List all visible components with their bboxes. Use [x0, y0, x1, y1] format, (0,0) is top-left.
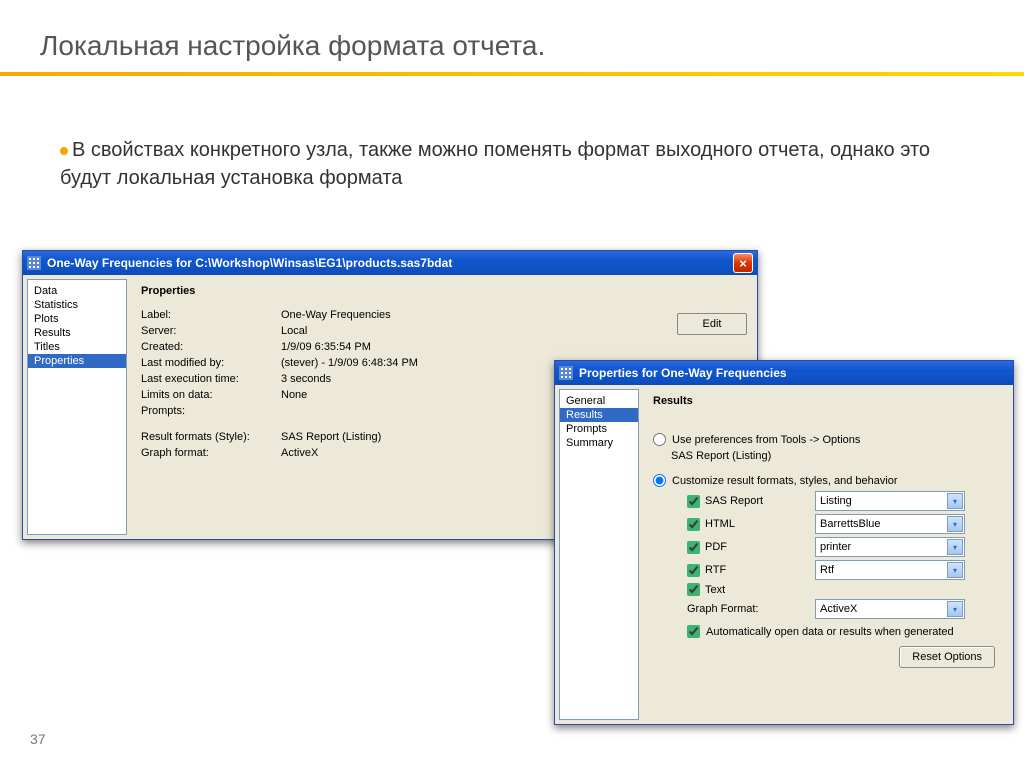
- label-result-formats: Result formats (Style):: [141, 431, 281, 443]
- page-number: 37: [30, 731, 46, 747]
- prefs-subtext: SAS Report (Listing): [671, 450, 999, 462]
- sidebar-item-titles[interactable]: Titles: [28, 340, 126, 354]
- panel-heading: Properties: [141, 285, 743, 297]
- category-sidebar: General Results Prompts Summary: [559, 389, 639, 720]
- chevron-down-icon: ▾: [947, 493, 963, 509]
- sidebar-item-results[interactable]: Results: [560, 408, 638, 422]
- label-graph-format: Graph format:: [141, 447, 281, 459]
- label-pdf: PDF: [705, 541, 727, 553]
- sidebar-item-prompts[interactable]: Prompts: [560, 422, 638, 436]
- sidebar-item-results[interactable]: Results: [28, 326, 126, 340]
- chevron-down-icon: ▾: [947, 539, 963, 555]
- combo-pdf-value: printer: [820, 541, 851, 553]
- checkbox-pdf[interactable]: [687, 541, 700, 554]
- bullet-paragraph: В свойствах конкретного узла, также можн…: [0, 96, 1024, 212]
- label-modified: Last modified by:: [141, 357, 281, 369]
- results-panel: Results Use preferences from Tools -> Op…: [643, 389, 1009, 720]
- radio-use-prefs[interactable]: [653, 433, 666, 446]
- radio-customize[interactable]: [653, 474, 666, 487]
- app-icon: [27, 256, 41, 270]
- titlebar[interactable]: One-Way Frequencies for C:\Workshop\Wins…: [23, 251, 757, 275]
- combo-html-value: BarrettsBlue: [820, 518, 881, 530]
- combo-rtf[interactable]: Rtf ▾: [815, 560, 965, 580]
- titlebar[interactable]: Properties for One-Way Frequencies: [555, 361, 1013, 385]
- accent-bar: [0, 72, 1024, 76]
- panel-heading: Results: [653, 395, 999, 407]
- sidebar-item-data[interactable]: Data: [28, 284, 126, 298]
- combo-sas-report[interactable]: Listing ▾: [815, 491, 965, 511]
- sidebar-item-summary[interactable]: Summary: [560, 436, 638, 450]
- app-icon: [559, 366, 573, 380]
- checkbox-auto-open[interactable]: [687, 625, 700, 638]
- properties-dialog: Properties for One-Way Frequencies Gener…: [554, 360, 1014, 725]
- label-rtf: RTF: [705, 564, 726, 576]
- label-sas-report: SAS Report: [705, 495, 763, 507]
- label-created: Created:: [141, 341, 281, 353]
- combo-html[interactable]: BarrettsBlue ▾: [815, 514, 965, 534]
- label-value: One-Way Frequencies: [281, 309, 743, 321]
- label-exec: Last execution time:: [141, 373, 281, 385]
- radio-customize-label: Customize result formats, styles, and be…: [672, 475, 898, 487]
- sidebar-item-properties[interactable]: Properties: [28, 354, 126, 368]
- label-label: Label:: [141, 309, 281, 321]
- reset-options-button[interactable]: Reset Options: [899, 646, 995, 668]
- combo-graph-format[interactable]: ActiveX ▾: [815, 599, 965, 619]
- slide-title: Локальная настройка формата отчета.: [0, 0, 1024, 72]
- combo-pdf[interactable]: printer ▾: [815, 537, 965, 557]
- label-text: Text: [705, 584, 725, 596]
- created-value: 1/9/09 6:35:54 PM: [281, 341, 743, 353]
- radio-use-prefs-label: Use preferences from Tools -> Options: [672, 434, 860, 446]
- category-sidebar: Data Statistics Plots Results Titles Pro…: [27, 279, 127, 535]
- chevron-down-icon: ▾: [947, 601, 963, 617]
- chevron-down-icon: ▾: [947, 516, 963, 532]
- edit-button[interactable]: Edit: [677, 313, 747, 335]
- label-html: HTML: [705, 518, 735, 530]
- sidebar-item-plots[interactable]: Plots: [28, 312, 126, 326]
- checkbox-sas-report[interactable]: [687, 495, 700, 508]
- checkbox-text[interactable]: [687, 583, 700, 596]
- bullet-text: В свойствах конкретного узла, также можн…: [60, 139, 930, 189]
- label-prompts: Prompts:: [141, 405, 281, 417]
- label-limits: Limits on data:: [141, 389, 281, 401]
- combo-graph-format-value: ActiveX: [820, 603, 857, 615]
- bullet-icon: [60, 147, 68, 155]
- sidebar-item-statistics[interactable]: Statistics: [28, 298, 126, 312]
- window-title: One-Way Frequencies for C:\Workshop\Wins…: [47, 256, 452, 270]
- checkbox-html[interactable]: [687, 518, 700, 531]
- label-auto-open: Automatically open data or results when …: [706, 626, 954, 638]
- label-graph-format: Graph Format:: [687, 603, 759, 615]
- window-title: Properties for One-Way Frequencies: [579, 366, 787, 380]
- chevron-down-icon: ▾: [947, 562, 963, 578]
- checkbox-rtf[interactable]: [687, 564, 700, 577]
- combo-rtf-value: Rtf: [820, 564, 834, 576]
- close-icon[interactable]: ×: [733, 253, 753, 273]
- server-value: Local: [281, 325, 743, 337]
- sidebar-item-general[interactable]: General: [560, 394, 638, 408]
- combo-sas-report-value: Listing: [820, 495, 852, 507]
- label-server: Server:: [141, 325, 281, 337]
